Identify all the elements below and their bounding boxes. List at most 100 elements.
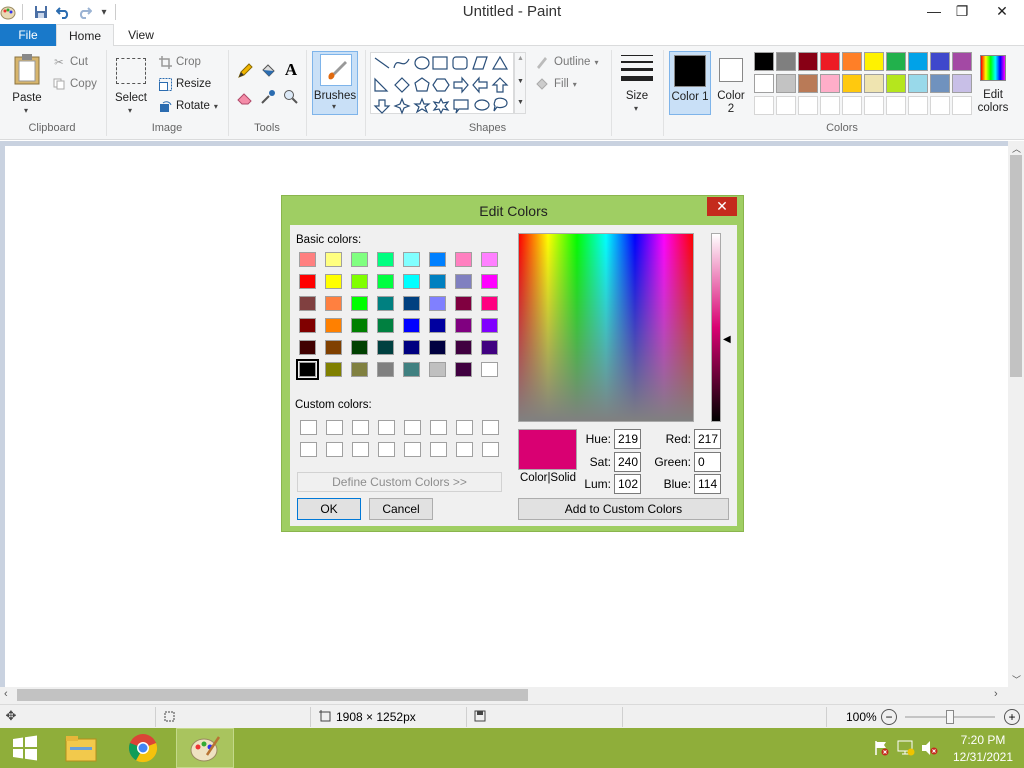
zoom-in-icon[interactable]: + xyxy=(1004,709,1020,725)
color-picker-icon[interactable] xyxy=(259,88,277,106)
palette-swatch-empty[interactable] xyxy=(886,96,906,115)
zoom-out-icon[interactable]: − xyxy=(881,709,897,725)
color-spectrum[interactable] xyxy=(518,233,694,422)
copy-button[interactable]: Copy xyxy=(52,74,97,94)
palette-swatch-empty[interactable] xyxy=(820,96,840,115)
palette-swatch[interactable] xyxy=(952,74,972,93)
clock-date[interactable]: 12/31/2021 xyxy=(948,750,1018,764)
palette-swatch[interactable] xyxy=(864,74,884,93)
size-button[interactable]: Size ▾ xyxy=(617,51,657,117)
tab-file[interactable]: File xyxy=(0,24,56,46)
action-center-flag-icon[interactable] xyxy=(872,740,890,756)
paint-taskbar-button[interactable] xyxy=(176,728,234,768)
custom-color-slot[interactable] xyxy=(300,420,317,435)
vertical-scroll-thumb[interactable] xyxy=(1010,155,1022,377)
cancel-button[interactable]: Cancel xyxy=(369,498,433,520)
tab-view[interactable]: View xyxy=(114,24,168,46)
palette-swatch-empty[interactable] xyxy=(842,96,862,115)
custom-color-slot[interactable] xyxy=(482,420,499,435)
define-custom-colors-button[interactable]: Define Custom Colors >> xyxy=(297,472,502,492)
custom-color-slot[interactable] xyxy=(430,420,447,435)
restore-button[interactable]: ❐ xyxy=(946,0,978,22)
palette-swatch[interactable] xyxy=(908,74,928,93)
fill-button[interactable]: Fill ▾ xyxy=(534,74,577,94)
outline-button[interactable]: Outline ▾ xyxy=(534,52,598,72)
palette-swatch[interactable] xyxy=(754,52,774,71)
custom-color-slot[interactable] xyxy=(352,420,369,435)
dialog-close-button[interactable]: ✕ xyxy=(707,197,737,216)
chrome-taskbar-button[interactable] xyxy=(114,728,172,768)
custom-color-slot[interactable] xyxy=(430,442,447,457)
palette-swatch[interactable] xyxy=(952,52,972,71)
palette-swatch[interactable] xyxy=(820,52,840,71)
horizontal-scroll-thumb[interactable] xyxy=(17,689,528,701)
hue-field[interactable]: 219 xyxy=(614,429,641,449)
chevron-up-icon[interactable]: ▲ xyxy=(517,55,524,62)
palette-swatch[interactable] xyxy=(886,74,906,93)
clock-time[interactable]: 7:20 PM xyxy=(948,733,1018,747)
luminance-arrow-icon[interactable]: ◀ xyxy=(723,335,731,345)
zoom-slider-thumb[interactable] xyxy=(946,710,954,724)
file-explorer-taskbar-button[interactable] xyxy=(52,728,110,768)
palette-swatch-empty[interactable] xyxy=(864,96,884,115)
custom-color-slot[interactable] xyxy=(378,442,395,457)
resize-button[interactable]: Resize xyxy=(158,74,211,94)
custom-color-slot[interactable] xyxy=(326,420,343,435)
palette-swatch[interactable] xyxy=(842,74,862,93)
custom-color-slot[interactable] xyxy=(404,442,421,457)
brushes-button[interactable]: Brushes ▾ xyxy=(312,51,358,115)
close-button[interactable]: ✕ xyxy=(984,0,1020,22)
palette-swatch[interactable] xyxy=(754,74,774,93)
palette-swatch[interactable] xyxy=(864,52,884,71)
shapes-scroll[interactable]: ▲ ▼ ▼ xyxy=(514,52,526,114)
custom-color-slot[interactable] xyxy=(456,442,473,457)
lum-field[interactable]: 102 xyxy=(614,474,641,494)
palette-swatch[interactable] xyxy=(776,52,796,71)
custom-color-slot[interactable] xyxy=(482,442,499,457)
custom-color-slot[interactable] xyxy=(300,442,317,457)
palette-swatch[interactable] xyxy=(842,52,862,71)
paste-button[interactable]: Paste ▾ xyxy=(8,50,46,118)
palette-swatch-empty[interactable] xyxy=(798,96,818,115)
custom-color-slot[interactable] xyxy=(456,420,473,435)
cut-button[interactable]: ✂ Cut xyxy=(52,52,88,72)
vertical-scrollbar[interactable]: ︿ ﹀ xyxy=(1008,141,1024,687)
network-icon[interactable] xyxy=(896,740,916,756)
fill-bucket-icon[interactable] xyxy=(259,62,277,80)
sat-field[interactable]: 240 xyxy=(614,452,641,472)
palette-swatch-empty[interactable] xyxy=(930,96,950,115)
horizontal-scrollbar[interactable]: ‹ › xyxy=(0,687,1024,704)
red-field[interactable]: 217 xyxy=(694,429,721,449)
pencil-icon[interactable] xyxy=(236,62,254,80)
palette-swatch-empty[interactable] xyxy=(754,96,774,115)
custom-color-slot[interactable] xyxy=(326,442,343,457)
start-button[interactable] xyxy=(0,728,50,768)
edit-colors-button[interactable]: Edit colors xyxy=(976,51,1010,117)
custom-color-slot[interactable] xyxy=(378,420,395,435)
palette-swatch[interactable] xyxy=(820,74,840,93)
chevron-down-icon[interactable]: ﹀ xyxy=(1012,673,1021,686)
chevron-right-icon[interactable]: › xyxy=(994,688,998,700)
palette-swatch[interactable] xyxy=(886,52,906,71)
color2-button[interactable]: Color 2 xyxy=(713,51,749,115)
blue-field[interactable]: 114 xyxy=(694,474,721,494)
palette-swatch-empty[interactable] xyxy=(952,96,972,115)
select-button[interactable]: Select ▾ xyxy=(112,50,150,118)
gallery-expand-icon[interactable]: ▼ xyxy=(517,99,524,106)
palette-swatch[interactable] xyxy=(798,74,818,93)
shapes-gallery[interactable] xyxy=(370,52,514,115)
custom-color-slot[interactable] xyxy=(404,420,421,435)
rotate-button[interactable]: Rotate ▾ xyxy=(158,96,218,116)
palette-swatch[interactable] xyxy=(930,52,950,71)
palette-swatch[interactable] xyxy=(776,74,796,93)
crop-button[interactable]: Crop xyxy=(158,52,201,72)
chevron-up-icon[interactable]: ︿ xyxy=(1012,142,1021,155)
magnifier-icon[interactable] xyxy=(282,88,300,106)
ok-button[interactable]: OK xyxy=(297,498,361,520)
palette-swatch-empty[interactable] xyxy=(908,96,928,115)
palette-swatch[interactable] xyxy=(908,52,928,71)
text-icon[interactable]: A xyxy=(282,60,300,80)
tab-home[interactable]: Home xyxy=(56,24,114,47)
add-to-custom-colors-button[interactable]: Add to Custom Colors xyxy=(518,498,729,520)
eraser-icon[interactable] xyxy=(236,88,254,106)
